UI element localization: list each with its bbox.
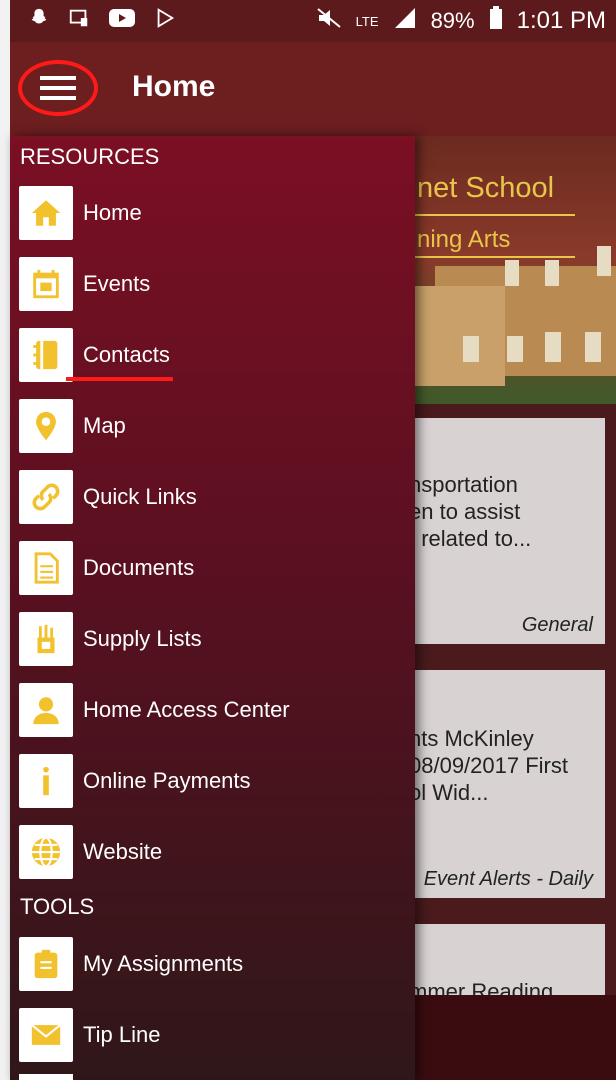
building-window [545,260,559,286]
clipboard-icon [34,949,58,979]
drawer-item-label: Documents [83,555,195,580]
drawer-item-tip-line[interactable]: Tip Line [19,1007,409,1063]
drawer-item-label: Map [83,413,126,438]
supplies-icon [37,624,55,654]
drawer-item-label: Tip Line [83,1022,161,1047]
news-card-text: nts McKinley [415,726,534,751]
navigation-drawer: RESOURCES Home Events Contacts Map Quick… [10,136,415,1080]
snapchat-icon [28,7,50,35]
battery-icon [489,6,503,36]
calendar-icon [33,269,59,299]
hamburger-menu-button[interactable] [18,60,98,116]
drawer-item-label: My Assignments [83,951,244,976]
battery-percent: 89% [430,8,475,33]
drawer-item-label: Events [83,271,151,296]
drawer-item-home[interactable]: Home [19,185,409,241]
building-window [505,260,519,286]
drawer-item-label: Website [83,839,163,864]
school-banner: net School ning Arts [415,136,616,404]
drawer-item-supply-lists[interactable]: Supply Lists [19,611,409,667]
drawer-item-label: Quick Links [83,484,197,509]
news-card[interactable]: nts McKinley 08/09/2017 First ol Wid... … [415,670,605,898]
drawer-item-label: Home Access Center [83,697,290,722]
building-window [545,332,561,362]
cast-icon [68,7,90,35]
status-bar: LTE 89% 1:01 PM [10,0,616,42]
home-icon [31,200,61,226]
app-bar: Home [10,42,616,136]
drawer-item-map[interactable]: Map [19,398,409,454]
bottom-bar [415,995,616,1080]
person-icon [33,697,59,725]
info-icon [43,766,49,796]
next-item-peek [19,1074,73,1080]
home-feed: net School ning Arts nsportation en to a… [415,136,616,1080]
news-card-category: Event Alerts - Daily [423,868,593,890]
signal-icon [393,7,417,35]
drawer-item-contacts[interactable]: Contacts [19,327,409,383]
drawer-item-my-assignments[interactable]: My Assignments [19,936,409,992]
play-store-icon [154,7,176,35]
drawer-item-label: Supply Lists [83,626,202,651]
drawer-item-website[interactable]: Website [19,824,409,880]
address-book-icon [33,340,58,370]
drawer-item-label: Contacts [83,342,170,367]
news-card-category: General [521,614,593,636]
annotation-underline [66,377,173,381]
building-entrance [415,286,505,386]
map-pin-icon [36,411,56,441]
building-window [463,336,479,362]
section-label-tools: TOOLS [20,894,95,919]
building-window [507,336,523,362]
news-card-text: en to assist [415,499,521,524]
news-card-text: ; related to... [415,526,532,551]
globe-icon [31,836,61,868]
document-icon [34,552,59,584]
drawer-item-label: Online Payments [83,768,251,793]
drawer-item-quick-links[interactable]: Quick Links [19,469,409,525]
left-edge-strip [0,0,10,1080]
drawer-item-events[interactable]: Events [19,256,409,312]
drawer-item-label: Home [83,200,142,225]
news-card-text: nsportation [415,472,518,497]
banner-subtitle: ning Arts [417,226,511,253]
lte-label: LTE [355,13,379,29]
drawer-item-documents[interactable]: Documents [19,540,409,596]
building-window [597,246,611,276]
mute-icon [316,7,342,35]
link-icon [32,483,60,511]
drawer-item-online-payments[interactable]: Online Payments [19,753,409,809]
news-card[interactable]: nsportation en to assist ; related to...… [415,418,605,644]
drawer-item-home-access-center[interactable]: Home Access Center [19,682,409,738]
banner-school-name: net School [417,172,555,204]
youtube-icon [108,7,136,35]
news-card-text: ol Wid... [415,780,489,805]
hamburger-icon [40,76,76,100]
building-window [585,332,601,362]
section-label-resources: RESOURCES [20,144,160,169]
page-title: Home [132,70,216,103]
news-card-text: 08/09/2017 First [415,753,568,778]
clock: 1:01 PM [516,7,606,34]
envelope-icon [31,1024,61,1045]
